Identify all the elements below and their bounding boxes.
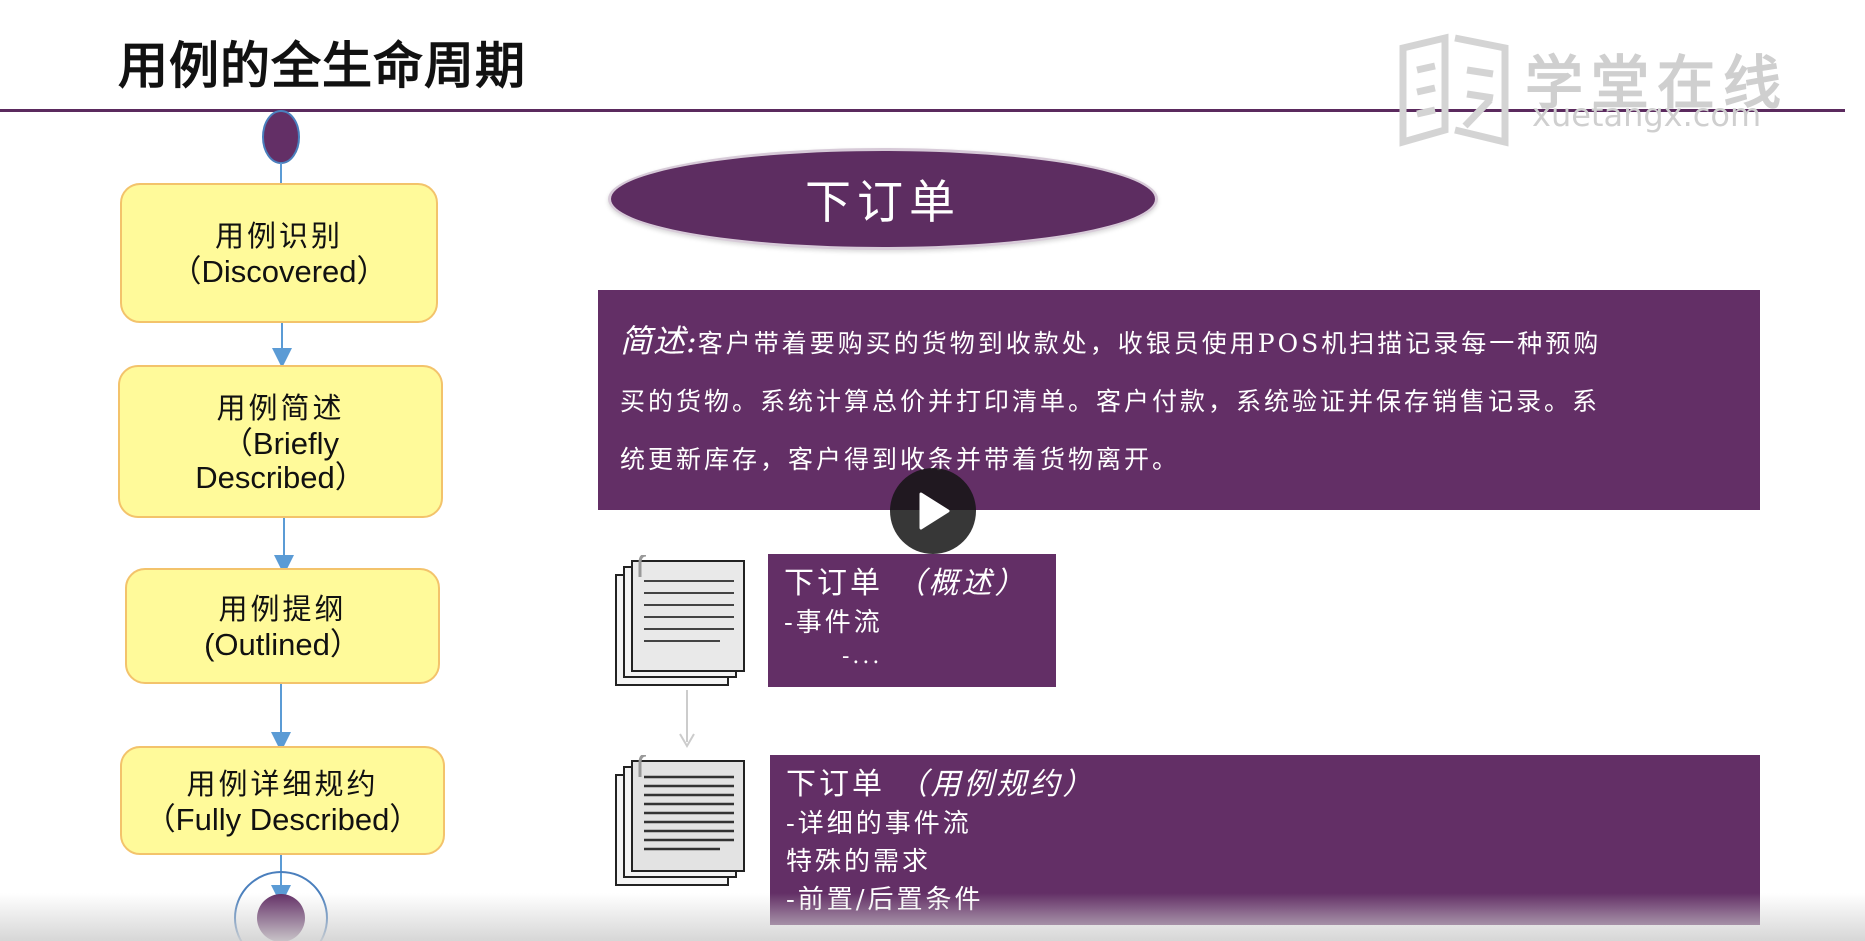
usecase-summary: 简述:客户带着要购买的货物到收款处，收银员使用POS机扫描记录每一种预购 买的货… [598,290,1760,510]
outline-line-1: -事件流 [784,608,883,638]
initial-node [262,110,300,164]
spec-subtitle: （用例规约） [897,767,1096,802]
spec-title: 下订单 [786,767,885,802]
stage-label-en-2: Described） [195,459,366,495]
summary-line-2: 买的货物。系统计算总价并打印清单。客户付款，系统验证并保存销售记录。系 [620,387,1601,416]
usecase-title: 下订单 [608,148,1158,250]
stage-briefly-described: 用例简述 （Briefly Described） [118,365,443,518]
stage-label-cn: 用例提纲 [218,592,347,626]
summary-line-1: 客户带着要购买的货物到收款处，收银员使用POS机扫描记录每一种预购 [697,329,1602,358]
outline-document: 下订单 （概述） -事件流 -... [768,554,1056,687]
watermark-text-en: xuetangx.com [1532,96,1762,134]
stage-label-cn: 用例识别 [214,219,343,253]
spec-line-1: -详细的事件流 [786,809,972,839]
document-stack-icon [615,555,745,686]
stage-outlined: 用例提纲 (Outlined） [125,568,440,684]
stage-discovered: 用例识别 （Discovered） [120,183,438,323]
stage-label-en: （Discovered） [170,254,388,289]
summary-line-3: 统更新库存，客户得到收条并带着货物离开。 [620,445,1181,474]
outline-line-2: -... [842,644,883,669]
stage-label-cn: 用例详细规约 [186,766,379,801]
stage-fully-described: 用例详细规约 （Fully Described） [120,746,445,855]
document-stack-icon [615,755,745,886]
play-button[interactable] [890,468,976,554]
outline-title: 下订单 [784,566,883,601]
stage-label-cn: 用例简述 [216,390,345,425]
stage-label-en: （Briefly [221,425,340,461]
spec-line-2: 特殊的需求 [786,847,932,877]
video-controls-fade [0,893,1865,941]
document-arrow [679,690,695,748]
play-icon [919,492,950,530]
summary-label: 简述: [620,322,698,360]
outline-subtitle: （概述） [895,566,1028,601]
stage-label-en: （Fully Described） [144,801,421,837]
stage-label-en: (Outlined） [204,627,361,662]
